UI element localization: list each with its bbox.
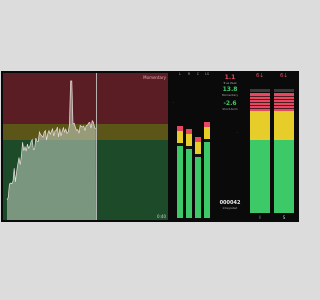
meter-segment-green <box>177 146 183 218</box>
channel-meter-c <box>195 71 201 220</box>
channel-meter-l <box>177 71 183 220</box>
short-term-value: -2.6 <box>223 100 237 107</box>
channel-meter-r <box>186 71 192 220</box>
loudness-tick <box>250 99 270 100</box>
meter-segment-green <box>204 142 210 218</box>
loudness-segment-green <box>274 140 294 213</box>
loudness-bar-panel: 6↓ 6↓ I S <box>247 71 297 222</box>
meter-segment-green <box>186 149 192 218</box>
loudness-tick <box>274 102 294 103</box>
meter-segment-yellow <box>195 142 201 154</box>
loudness-right-foot: S <box>282 215 286 220</box>
history-time: 0:40 <box>157 214 166 219</box>
loudness-tick <box>250 108 270 109</box>
integrated-loudness-bar <box>250 93 270 213</box>
loudness-segment-yellow <box>250 111 270 140</box>
meter-scale: - <box>173 101 174 104</box>
loudness-tick <box>250 96 270 97</box>
momentary-label: Momentary <box>222 93 238 97</box>
integrated-label: Integrated <box>222 206 238 210</box>
loudness-meter-app: Momentary 0:40 L R C LS - - 1.1 True Pea… <box>1 71 299 222</box>
loudness-tick <box>250 105 270 106</box>
short-term-label: Short-term <box>222 107 238 111</box>
loudness-tick <box>274 96 294 97</box>
meter-segment-yellow <box>204 127 210 139</box>
history-waveform <box>6 80 96 220</box>
history-area <box>7 81 96 220</box>
loudness-segment-yellow <box>274 111 294 140</box>
meter-segment-yellow <box>186 134 192 146</box>
playhead-cursor[interactable] <box>96 73 97 220</box>
history-title: Momentary <box>143 75 166 80</box>
loudness-tick <box>274 105 294 106</box>
loudness-left-foot: I <box>259 215 261 220</box>
meter-segment-yellow <box>177 131 183 143</box>
loudness-history-graph[interactable]: Momentary 0:40 <box>3 73 168 220</box>
loudness-segment-green <box>250 140 270 213</box>
momentary-value: 13.8 <box>222 86 238 93</box>
readout-panel: 1.1 True Peak 13.8 Momentary -2.6 Short-… <box>216 71 244 222</box>
loudness-right-head: 6↓ <box>279 73 289 79</box>
loudness-left-peak-hold <box>250 89 270 92</box>
loudness-tick <box>250 102 270 103</box>
loudness-left-head: 6↓ <box>255 73 265 79</box>
short-term-loudness-bar <box>274 93 294 213</box>
loudness-tick <box>274 108 294 109</box>
channel-meter-ls <box>204 71 210 220</box>
loudness-tick <box>274 99 294 100</box>
loudness-right-peak-hold <box>274 89 294 92</box>
meter-segment-green <box>195 157 201 218</box>
true-peak-label: True Peak <box>223 81 237 85</box>
true-peak-value: 1.1 <box>224 74 236 81</box>
